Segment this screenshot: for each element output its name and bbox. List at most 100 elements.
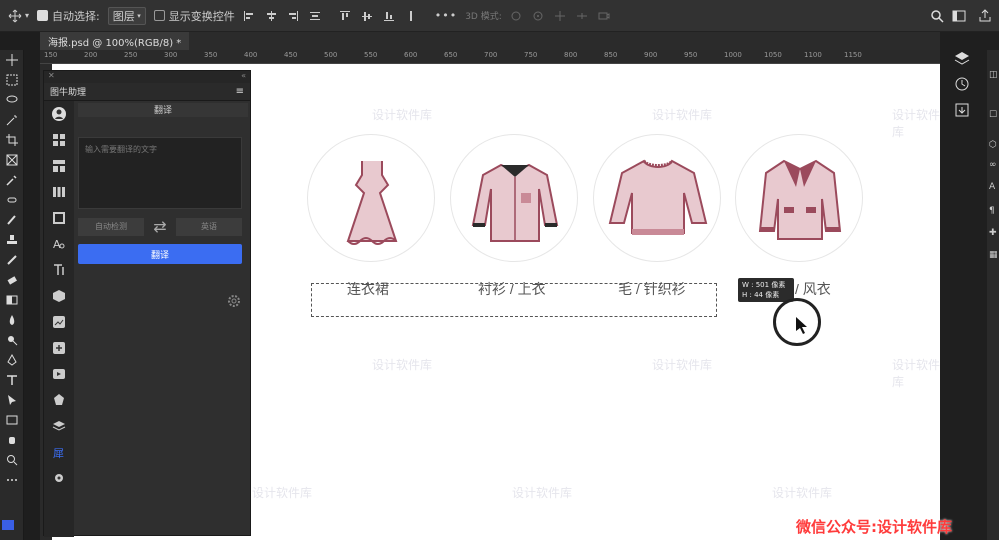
layer-select[interactable]: 图层 ▾ <box>107 6 146 25</box>
translate-button[interactable]: 翻译 <box>78 244 242 264</box>
healing-brush-tool-icon[interactable] <box>0 190 24 210</box>
hand-tool-icon[interactable] <box>0 430 24 450</box>
align-middle-icon[interactable] <box>359 8 375 24</box>
panel-settings-gear-icon[interactable] <box>226 293 242 313</box>
add-icon[interactable] <box>44 335 74 361</box>
panel-icon[interactable]: ⬡ <box>989 140 997 150</box>
ruler-tick-label: 850 <box>604 51 618 59</box>
translate-icon[interactable]: 犀 <box>44 439 74 465</box>
panel-icon[interactable]: ◫ <box>989 70 998 80</box>
dodge-tool-icon[interactable] <box>0 330 24 350</box>
export-panel-icon[interactable] <box>954 102 970 122</box>
shirt-icon-circle[interactable] <box>450 134 578 262</box>
panel-icon[interactable]: ▦ <box>989 250 998 260</box>
camera-3d-icon[interactable] <box>596 8 612 24</box>
layers-icon[interactable] <box>44 413 74 439</box>
gradient-tool-icon[interactable] <box>0 290 24 310</box>
brush-tool-icon[interactable] <box>0 210 24 230</box>
coat-icon <box>758 159 842 240</box>
ruler-tick-label: 750 <box>524 51 538 59</box>
roll-3d-icon[interactable] <box>530 8 546 24</box>
drag-3d-icon[interactable] <box>552 8 568 24</box>
marquee-tool-icon[interactable] <box>0 70 24 90</box>
share-icon[interactable] <box>977 8 993 24</box>
zoom-tool-icon[interactable] <box>0 450 24 470</box>
checkbox-checked-icon <box>37 10 49 21</box>
layers-panel-icon[interactable] <box>954 50 970 70</box>
align-left-icon[interactable] <box>241 8 257 24</box>
magic-wand-tool-icon[interactable] <box>0 110 24 130</box>
move-tool-icon[interactable]: ▾ <box>8 9 29 23</box>
align-bottom-icon[interactable] <box>381 8 397 24</box>
distribute-icon[interactable] <box>307 8 323 24</box>
edit-image-icon[interactable] <box>44 309 74 335</box>
align-center-h-icon[interactable] <box>263 8 279 24</box>
workspace-icon[interactable] <box>951 8 967 24</box>
blur-tool-icon[interactable] <box>0 310 24 330</box>
watermark: 设计软件库 <box>252 486 313 500</box>
show-transform-checkbox[interactable]: 显示变换控件 <box>153 8 235 24</box>
section-title: 翻译 <box>78 103 248 117</box>
move-tool-icon[interactable] <box>0 50 24 70</box>
coat-icon-circle[interactable] <box>735 134 863 262</box>
panel-menu-icon[interactable]: ≡ <box>236 86 244 97</box>
watermark: 设计软件库 <box>892 358 940 389</box>
grid-icon[interactable] <box>44 127 74 153</box>
more-tools-icon[interactable] <box>0 470 24 490</box>
dress-icon-circle[interactable] <box>307 134 435 262</box>
eyedropper-tool-icon[interactable] <box>0 170 24 190</box>
foreground-color-swatch[interactable] <box>2 520 14 530</box>
video-icon[interactable] <box>44 361 74 387</box>
lasso-tool-icon[interactable] <box>0 90 24 110</box>
collapse-icon[interactable]: « <box>241 71 246 83</box>
tooltip-width: W : 501 像素 <box>742 281 786 289</box>
stamp-icon[interactable] <box>44 387 74 413</box>
eraser-tool-icon[interactable] <box>0 270 24 290</box>
panel-icon[interactable]: ✚ <box>989 228 997 238</box>
cube-icon[interactable] <box>44 283 74 309</box>
options-bar: ▾ 自动选择: 图层 ▾ 显示变换控件 ••• 3D 模式: <box>0 0 999 32</box>
target-language-select[interactable]: 英语 <box>176 217 242 236</box>
panel-icon[interactable]: ∞ <box>989 160 997 170</box>
translate-input[interactable]: 输入需要翻译的文字 <box>78 137 242 209</box>
align-top-icon[interactable] <box>337 8 353 24</box>
close-icon[interactable]: ✕ <box>48 71 55 83</box>
settings-icon[interactable] <box>44 465 74 491</box>
history-brush-tool-icon[interactable] <box>0 250 24 270</box>
watermark: 设计软件库 <box>652 358 713 372</box>
frame-icon[interactable] <box>44 205 74 231</box>
auto-select-label: 自动选择: <box>52 9 100 23</box>
type-tool-icon[interactable] <box>0 370 24 390</box>
document-tab[interactable]: 海报.psd @ 100%(RGB/8) * <box>40 32 190 50</box>
panel-header: ✕ « <box>44 71 250 83</box>
distribute-vertical-icon[interactable] <box>403 8 419 24</box>
align-right-icon[interactable] <box>285 8 301 24</box>
history-panel-icon[interactable] <box>954 76 970 96</box>
source-language-select[interactable]: 自动检测 <box>78 217 144 236</box>
slide-3d-icon[interactable] <box>574 8 590 24</box>
pen-tool-icon[interactable] <box>0 350 24 370</box>
more-options-button[interactable]: ••• <box>435 9 457 22</box>
panel-icon[interactable]: ¶ <box>989 206 995 216</box>
swap-languages-icon[interactable]: ⇄ <box>153 217 166 236</box>
text-tool-icon[interactable] <box>44 257 74 283</box>
tools-panel <box>0 50 24 540</box>
columns-icon[interactable] <box>44 179 74 205</box>
rectangle-tool-icon[interactable] <box>0 410 24 430</box>
font-search-icon[interactable]: A <box>44 231 74 257</box>
selection-marquee[interactable] <box>311 283 717 317</box>
sweater-icon-circle[interactable] <box>593 134 721 262</box>
orbit-3d-icon[interactable] <box>508 8 524 24</box>
user-icon[interactable] <box>44 101 74 127</box>
layout-icon[interactable] <box>44 153 74 179</box>
crop-tool-icon[interactable] <box>0 130 24 150</box>
ruler-tick-label: 800 <box>564 51 578 59</box>
search-icon[interactable] <box>929 8 945 24</box>
auto-select-checkbox[interactable]: 自动选择: <box>37 8 100 24</box>
path-selection-tool-icon[interactable] <box>0 390 24 410</box>
ruler-tick-label: 400 <box>244 51 258 59</box>
panel-icon[interactable]: ☐ <box>989 110 997 120</box>
panel-icon[interactable]: A <box>989 182 995 192</box>
frame-tool-icon[interactable] <box>0 150 24 170</box>
clone-stamp-tool-icon[interactable] <box>0 230 24 250</box>
